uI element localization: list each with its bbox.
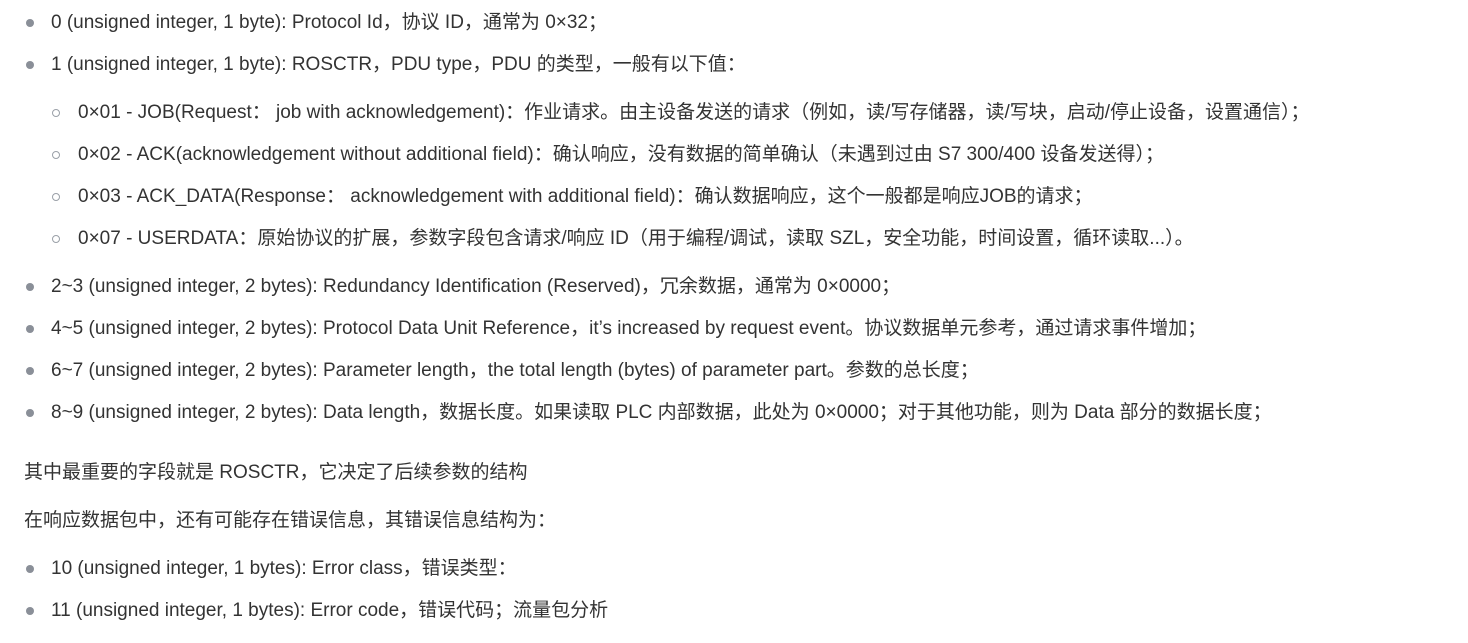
list-item: 6~7 (unsigned integer, 2 bytes): Paramet… bbox=[51, 360, 979, 381]
nested-list-item: 0×01 - JOB(Request： job with acknowledge… bbox=[78, 102, 1310, 123]
bullet-disc-icon bbox=[26, 409, 34, 417]
list-item: 0 (unsigned integer, 1 byte): Protocol I… bbox=[51, 12, 608, 33]
nested-list-item: 0×07 - USERDATA：原始协议的扩展，参数字段包含请求/响应 ID（用… bbox=[78, 228, 1194, 249]
bullet-circle-icon bbox=[52, 151, 60, 159]
bullet-disc-icon bbox=[26, 367, 34, 375]
bullet-disc-icon bbox=[26, 565, 34, 573]
paragraph: 其中最重要的字段就是 ROSCTR，它决定了后续参数的结构 bbox=[24, 462, 528, 483]
list-item: 4~5 (unsigned integer, 2 bytes): Protoco… bbox=[51, 318, 1207, 339]
list-item: 8~9 (unsigned integer, 2 bytes): Data le… bbox=[51, 402, 1272, 423]
list-item: 1 (unsigned integer, 1 byte): ROSCTR，PDU… bbox=[51, 54, 746, 75]
bullet-disc-icon bbox=[26, 325, 34, 333]
bullet-disc-icon bbox=[26, 61, 34, 69]
paragraph: 在响应数据包中，还有可能存在错误信息，其错误信息结构为： bbox=[24, 510, 557, 531]
bullet-circle-icon bbox=[52, 193, 60, 201]
bullet-disc-icon bbox=[26, 19, 34, 27]
list-item: 10 (unsigned integer, 1 bytes): Error cl… bbox=[51, 558, 517, 579]
nested-list-item: 0×02 - ACK(acknowledgement without addit… bbox=[78, 144, 1164, 165]
bullet-disc-icon bbox=[26, 607, 34, 615]
bullet-circle-icon bbox=[52, 109, 60, 117]
list-item: 2~3 (unsigned integer, 2 bytes): Redunda… bbox=[51, 276, 901, 297]
bullet-circle-icon bbox=[52, 235, 60, 243]
nested-list-item: 0×03 - ACK_DATA(Response： acknowledgemen… bbox=[78, 186, 1093, 207]
document-content: 0 (unsigned integer, 1 byte): Protocol I… bbox=[0, 0, 1468, 643]
bullet-disc-icon bbox=[26, 283, 34, 291]
list-item: 11 (unsigned integer, 1 bytes): Error co… bbox=[51, 600, 609, 621]
